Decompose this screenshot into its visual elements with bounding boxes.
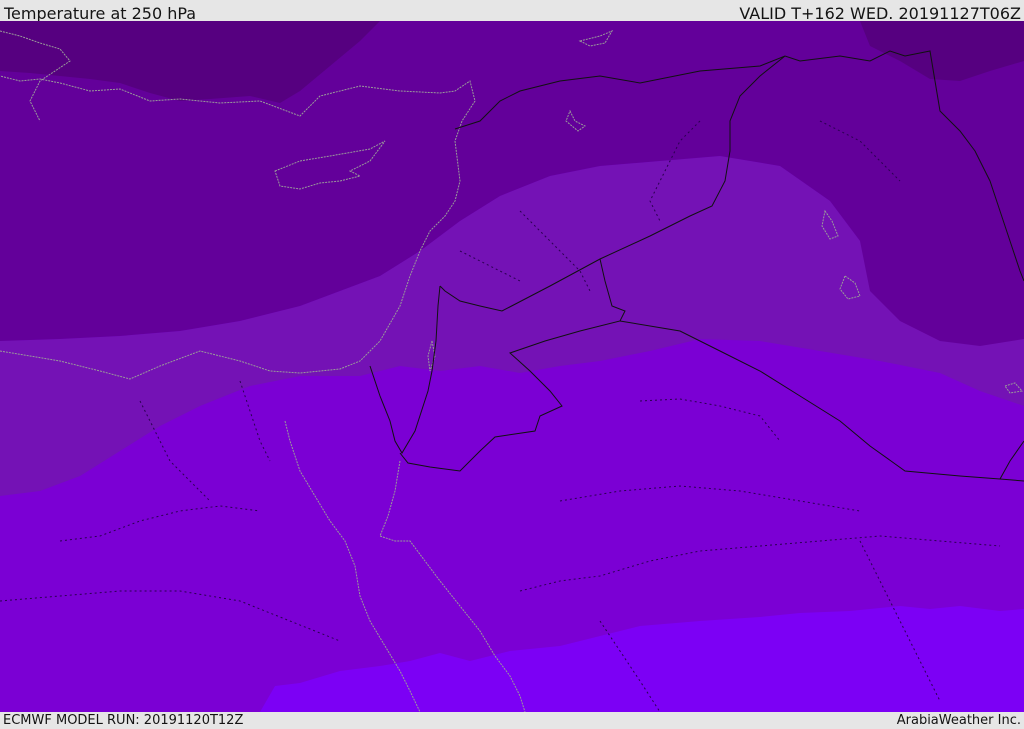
temperature-field-svg: [0, 21, 1024, 712]
map-header-bar: Temperature at 250 hPa VALID T+162 WED. …: [0, 0, 1024, 23]
provider-credit: ArabiaWeather Inc.: [896, 713, 1021, 728]
model-run-label: ECMWF MODEL RUN: 20191120T12Z: [3, 713, 244, 728]
map-footer-bar: ECMWF MODEL RUN: 20191120T12Z ArabiaWeat…: [0, 712, 1024, 729]
temperature-map[interactable]: [0, 21, 1024, 712]
